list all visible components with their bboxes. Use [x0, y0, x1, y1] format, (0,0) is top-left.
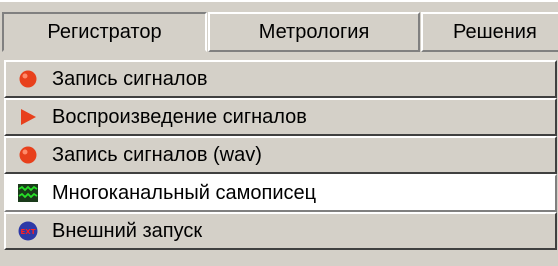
menu-item-label: Внешний запуск: [52, 219, 203, 242]
chart-recorder-icon: [16, 181, 40, 205]
record-wav-icon: [16, 143, 40, 167]
tab-solutions[interactable]: Решения: [421, 12, 558, 52]
menu-item-label: Воспроизведение сигналов: [52, 105, 307, 128]
menu-bar: Регистратор Метрология Решения: [0, 0, 558, 52]
menu-item-record-signals[interactable]: Запись сигналов: [4, 60, 557, 98]
tab-registrator[interactable]: Регистратор: [2, 12, 207, 52]
record-icon: [16, 67, 40, 91]
svg-text:EXT: EXT: [21, 228, 36, 236]
menu-item-label: Запись сигналов (wav): [52, 143, 262, 166]
menu-item-multichannel-recorder[interactable]: Многоканальный самописец: [4, 174, 557, 212]
tab-metrology[interactable]: Метрология: [208, 12, 420, 52]
top-highlight: [0, 0, 558, 2]
menu-item-label: Многоканальный самописец: [52, 181, 317, 204]
external-trigger-icon: EXT: [16, 219, 40, 243]
menu-item-label: Запись сигналов: [52, 67, 208, 90]
tab-solutions-label: Решения: [453, 20, 537, 43]
menu-item-record-wav[interactable]: Запись сигналов (wav): [4, 136, 557, 174]
tab-registrator-label: Регистратор: [47, 20, 162, 43]
tab-metrology-label: Метрология: [258, 20, 370, 43]
menu-item-playback-signals[interactable]: Воспроизведение сигналов: [4, 98, 557, 136]
menu-item-external-trigger[interactable]: EXT Внешний запуск: [4, 212, 557, 250]
play-icon: [16, 105, 40, 129]
